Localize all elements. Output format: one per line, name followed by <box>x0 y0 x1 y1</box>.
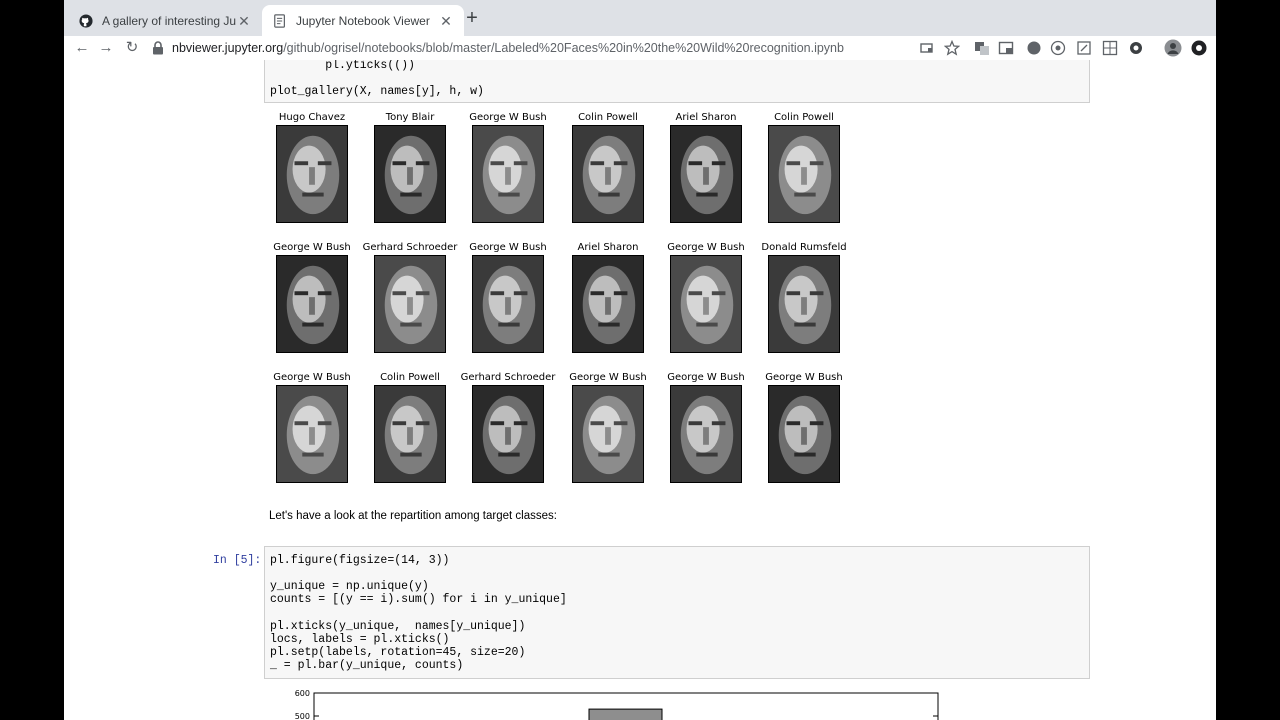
lock-icon <box>152 41 166 55</box>
markdown-text: Let's have a look at the repartition amo… <box>269 510 557 522</box>
tab-gallery[interactable]: A gallery of interesting Jupyter ✕ <box>68 5 262 36</box>
face-label: George W Bush <box>469 242 547 253</box>
cast-icon[interactable] <box>919 40 935 56</box>
face-image <box>276 255 348 353</box>
forward-icon[interactable]: → <box>96 38 116 58</box>
extension-circle-icon[interactable] <box>1026 40 1042 56</box>
input-prompt: In [5]: <box>213 554 262 567</box>
back-icon[interactable]: ← <box>72 38 92 58</box>
ytick-label: 500 <box>295 712 310 720</box>
face-image <box>768 125 840 223</box>
face-label: George W Bush <box>273 372 351 383</box>
code-line: locs, labels = pl.xticks() <box>270 632 450 646</box>
face-label: Gerhard Schroeder <box>362 242 458 253</box>
reload-icon[interactable]: ↻ <box>122 38 142 58</box>
extension-dots-icon[interactable] <box>1050 40 1066 56</box>
face-image <box>472 125 544 223</box>
browser-toolbar: ← → ↻ nbviewer.jupyter.org/github/ogrise… <box>64 36 1216 60</box>
face-image <box>472 385 544 483</box>
new-tab-icon[interactable]: + <box>462 8 482 29</box>
address-bar[interactable]: nbviewer.jupyter.org/github/ogrisel/note… <box>152 36 912 60</box>
face-label: George W Bush <box>569 372 647 383</box>
face-image <box>374 385 446 483</box>
face-label: George W Bush <box>273 242 351 253</box>
notebook-page: pl.yticks(()) plot_gallery(X, names[y], … <box>64 60 1216 720</box>
extension-grid-icon[interactable] <box>1102 40 1118 56</box>
face-label: George W Bush <box>667 372 745 383</box>
face-label: Hugo Chavez <box>278 112 346 123</box>
avatar[interactable] <box>1164 39 1182 57</box>
code-cell-prev[interactable]: pl.yticks(()) plot_gallery(X, names[y], … <box>264 60 1090 103</box>
github-icon <box>78 13 94 29</box>
face-image <box>374 125 446 223</box>
code-cell-5[interactable]: pl.figure(figsize=(14, 3)) y_unique = np.… <box>264 546 1090 679</box>
jupyter-icon <box>272 13 288 29</box>
face-image <box>472 255 544 353</box>
tab-strip: A gallery of interesting Jupyter ✕ Jupyt… <box>64 0 1216 36</box>
url-path: /github/ogrisel/notebooks/blob/master/La… <box>283 41 844 55</box>
bar-chart: 600 500 <box>295 689 939 720</box>
extension-flower-icon[interactable] <box>1190 39 1208 57</box>
code-line: plot_gallery(X, names[y], h, w) <box>270 85 484 98</box>
url-host: nbviewer.jupyter.org <box>172 41 284 55</box>
face-image <box>276 385 348 483</box>
face-image <box>276 125 348 223</box>
code-line: pl.figure(figsize=(14, 3)) <box>270 554 450 567</box>
code-line: y_unique = np.unique(y) <box>270 580 429 594</box>
face-label: Ariel Sharon <box>577 242 639 253</box>
face-image <box>572 125 644 223</box>
code-line: _ = pl.bar(y_unique, counts) <box>270 658 464 672</box>
face-image <box>670 385 742 483</box>
face-label: Colin Powell <box>774 112 834 123</box>
code-line: pl.setp(labels, rotation=45, size=20) <box>270 645 526 659</box>
face-image <box>374 255 446 353</box>
face-image <box>670 125 742 223</box>
face-label: Donald Rumsfeld <box>761 242 847 253</box>
extension-box-icon[interactable] <box>1076 40 1092 56</box>
code-line: pl.xticks(y_unique, names[y_unique]) <box>270 619 526 633</box>
face-label: Ariel Sharon <box>675 112 737 123</box>
face-label: George W Bush <box>469 112 547 123</box>
face-image <box>572 385 644 483</box>
browser-window: A gallery of interesting Jupyter ✕ Jupyt… <box>64 0 1216 720</box>
extension-window-icon[interactable] <box>998 40 1014 56</box>
tab-title: Jupyter Notebook Viewer <box>296 13 430 28</box>
face-image <box>670 255 742 353</box>
bar <box>588 708 663 720</box>
face-image <box>572 255 644 353</box>
face-label: Colin Powell <box>578 112 638 123</box>
code-line: pl.yticks(()) <box>270 60 415 72</box>
face-label: Colin Powell <box>380 372 440 383</box>
face-label: George W Bush <box>667 242 745 253</box>
face-label: George W Bush <box>765 372 843 383</box>
code-line: counts = [(y == i).sum() for i in y_uniq… <box>270 593 567 607</box>
ytick-label: 600 <box>295 689 310 698</box>
face-image <box>768 385 840 483</box>
face-label: Gerhard Schroeder <box>460 372 556 383</box>
bookmark-star-icon[interactable] <box>943 39 961 56</box>
translate-icon[interactable] <box>974 40 990 56</box>
extension-swirl-icon[interactable] <box>1128 40 1144 56</box>
face-label: Tony Blair <box>385 112 435 123</box>
tab-title: A gallery of interesting Jupyter <box>102 13 236 28</box>
tab-nbviewer[interactable]: Jupyter Notebook Viewer ✕ <box>262 5 464 36</box>
face-image <box>768 255 840 353</box>
close-tab-icon[interactable]: ✕ <box>236 13 252 29</box>
close-tab-icon[interactable]: ✕ <box>438 13 454 29</box>
